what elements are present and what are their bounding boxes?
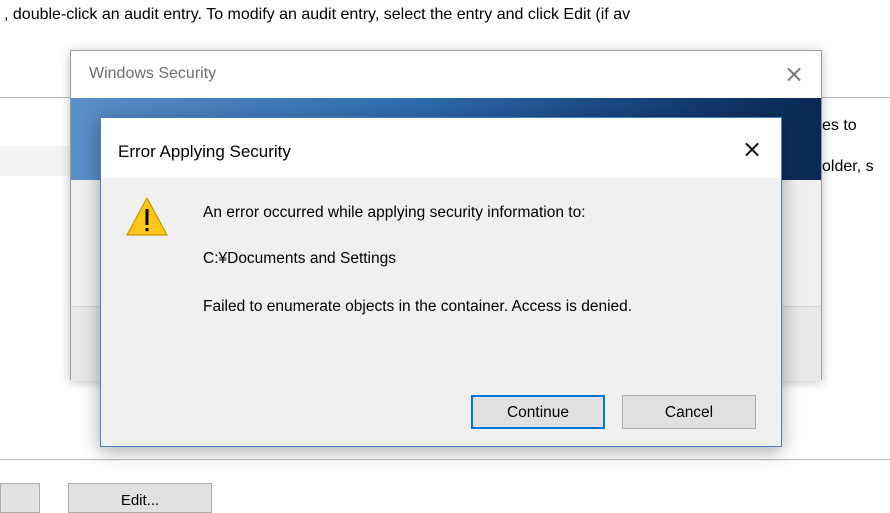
background-instruction-text: , double-click an audit entry. To modify… bbox=[4, 6, 631, 23]
cancel-button[interactable]: Cancel bbox=[622, 395, 756, 429]
background-add-button[interactable] bbox=[0, 483, 40, 513]
windows-security-close-button[interactable]: × bbox=[777, 57, 811, 91]
warning-icon bbox=[126, 197, 168, 236]
background-divider-bottom bbox=[0, 459, 890, 460]
error-dialog: Error Applying Security × An error occur… bbox=[100, 117, 782, 447]
error-dialog-close-button[interactable]: × bbox=[737, 134, 767, 164]
background-text-fragment-2: older, s bbox=[822, 158, 874, 175]
background-text-fragment-1: es to bbox=[822, 117, 857, 134]
error-dialog-titlebar: Error Applying Security × bbox=[101, 118, 781, 178]
background-edit-button[interactable]: Edit... bbox=[68, 483, 212, 513]
windows-security-title: Windows Security bbox=[89, 65, 217, 82]
error-message-line-3: Failed to enumerate objects in the conta… bbox=[203, 298, 633, 315]
error-path-text: C:¥Documents and Settings bbox=[203, 250, 396, 267]
error-dialog-title: Error Applying Security bbox=[118, 142, 291, 161]
windows-security-titlebar: Windows Security × bbox=[71, 51, 821, 98]
error-message-line-1: An error occurred while applying securit… bbox=[203, 204, 586, 221]
continue-button[interactable]: Continue bbox=[471, 395, 605, 429]
